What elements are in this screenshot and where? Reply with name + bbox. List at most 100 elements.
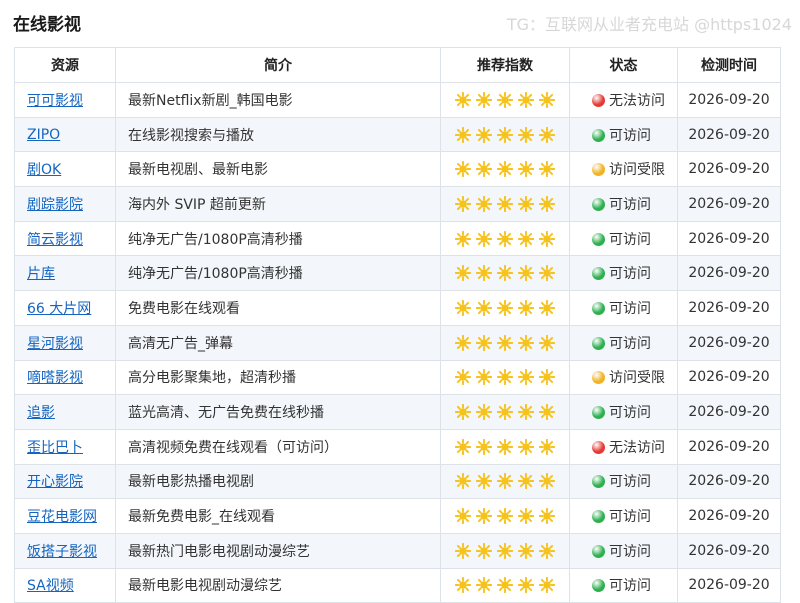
table-body: 可可影视 最新Netflix新剧_韩国电影 无法访问 2026-09-20 ZIPO 在线… [14, 82, 781, 603]
check-date-cell: 2026-09-20 [677, 220, 781, 257]
sun-star-icon [539, 91, 555, 108]
check-date-cell: 2026-09-20 [677, 290, 781, 326]
status-cell: 无法访问 [569, 428, 678, 465]
resource-link[interactable]: 星河影视 [27, 336, 83, 352]
status-dot-icon [592, 197, 605, 211]
status-cell: 可访问 [569, 394, 678, 430]
check-date-cell: 2026-09-20 [677, 567, 781, 603]
resource-link[interactable]: 66 大片网 [27, 301, 91, 317]
header-check-time: 检测时间 [677, 47, 781, 83]
check-date-cell: 2026-09-20 [677, 151, 781, 188]
resource-cell: 片库 [14, 255, 116, 292]
resource-cell: 饭搭子影视 [14, 532, 116, 569]
table-row: 开心影院 最新电影热播电视剧 可访问 2026-09-20 [14, 463, 781, 500]
status-cell: 无法访问 [569, 82, 678, 118]
rating-cell [440, 324, 570, 361]
sun-star-icon [539, 369, 555, 386]
sun-star-icon [518, 508, 534, 525]
sun-star-icon [476, 161, 492, 178]
status-dot-icon [592, 371, 605, 385]
sun-star-icon [518, 438, 534, 455]
sun-star-icon [455, 542, 471, 559]
check-date-cell: 2026-09-20 [677, 255, 781, 292]
sun-star-icon [497, 369, 513, 386]
resource-link[interactable]: 嘀嗒影视 [27, 370, 83, 386]
sun-star-icon [539, 299, 555, 316]
header-resource: 资源 [14, 47, 116, 83]
rating-cell [440, 290, 570, 326]
status-label: 可访问 [609, 300, 651, 317]
rating-cell [440, 359, 570, 396]
check-date-cell: 2026-09-20 [677, 394, 781, 430]
status-label: 可访问 [609, 578, 651, 595]
resource-link[interactable]: 剧OK [27, 162, 61, 178]
status-cell: 可访问 [569, 324, 678, 361]
status-label: 可访问 [609, 509, 651, 526]
check-date-cell: 2026-09-20 [677, 186, 781, 222]
description-cell: 最新Netflix新剧_韩国电影 [115, 82, 441, 118]
rating-cell [440, 532, 570, 569]
sun-star-icon [497, 438, 513, 455]
sun-star-icon [455, 577, 471, 594]
description-cell: 免费电影在线观看 [115, 290, 441, 326]
rating-cell [440, 463, 570, 500]
sun-star-icon [476, 369, 492, 386]
page-title: 在线影视 [13, 15, 81, 35]
sun-star-icon [455, 230, 471, 247]
sun-star-icon [476, 334, 492, 351]
resource-cell: SA视频 [14, 567, 116, 603]
sun-star-icon [518, 577, 534, 594]
sun-star-icon [539, 126, 555, 143]
status-label: 可访问 [609, 335, 651, 352]
resource-cell: ZIPO [14, 116, 116, 153]
resource-link[interactable]: 简云影视 [27, 232, 83, 248]
sun-star-icon [518, 299, 534, 316]
sun-star-icon [497, 542, 513, 559]
description-cell: 最新电视剧、最新电影 [115, 151, 441, 188]
table-row: 星河影视 高清无广告_弹幕 可访问 2026-09-20 [14, 324, 781, 361]
resource-link[interactable]: SA视频 [27, 578, 74, 594]
status-cell: 访问受限 [569, 151, 678, 188]
sun-star-icon [539, 542, 555, 559]
resource-cell: 追影 [14, 394, 116, 430]
resource-link[interactable]: 可可影视 [27, 93, 83, 109]
sun-star-icon [539, 230, 555, 247]
resource-link[interactable]: 饭搭子影视 [27, 544, 97, 560]
sun-star-icon [518, 369, 534, 386]
status-dot-icon [592, 406, 605, 420]
sun-star-icon [476, 230, 492, 247]
sun-star-icon [539, 161, 555, 178]
sun-star-icon [539, 404, 555, 421]
table-row: 可可影视 最新Netflix新剧_韩国电影 无法访问 2026-09-20 [14, 82, 781, 118]
resource-cell: 开心影院 [14, 463, 116, 500]
resource-link[interactable]: 豆花电影网 [27, 509, 97, 525]
sun-star-icon [455, 473, 471, 490]
sun-star-icon [455, 126, 471, 143]
resource-cell: 剧OK [14, 151, 116, 188]
status-dot-icon [592, 128, 605, 142]
check-date-cell: 2026-09-20 [677, 463, 781, 500]
resource-link[interactable]: 追影 [27, 405, 55, 421]
header-rating: 推荐指数 [440, 47, 570, 83]
sun-star-icon [497, 126, 513, 143]
resource-cell: 歪比巴卜 [14, 428, 116, 465]
sun-star-icon [518, 334, 534, 351]
table-row: 剧踪影院 海内外 SVIP 超前更新 可访问 2026-09-20 [14, 186, 781, 222]
status-cell: 可访问 [569, 186, 678, 222]
resource-link[interactable]: ZIPO [27, 127, 60, 143]
resource-cell: 剧踪影院 [14, 186, 116, 222]
header-status: 状态 [569, 47, 678, 83]
sun-star-icon [455, 161, 471, 178]
check-date-cell: 2026-09-20 [677, 116, 781, 153]
status-label: 可访问 [609, 127, 651, 144]
header-row: 资源 简介 推荐指数 状态 检测时间 [14, 47, 781, 83]
status-label: 可访问 [609, 231, 651, 248]
resource-link[interactable]: 开心影院 [27, 474, 83, 490]
resource-link[interactable]: 片库 [27, 266, 55, 282]
rating-cell [440, 151, 570, 188]
resource-link[interactable]: 歪比巴卜 [27, 440, 83, 456]
resource-link[interactable]: 剧踪影院 [27, 197, 83, 213]
status-cell: 可访问 [569, 290, 678, 326]
status-dot-icon [592, 440, 605, 454]
table-row: 饭搭子影视 最新热门电影电视剧动漫综艺 可访问 2026-09-20 [14, 532, 781, 569]
